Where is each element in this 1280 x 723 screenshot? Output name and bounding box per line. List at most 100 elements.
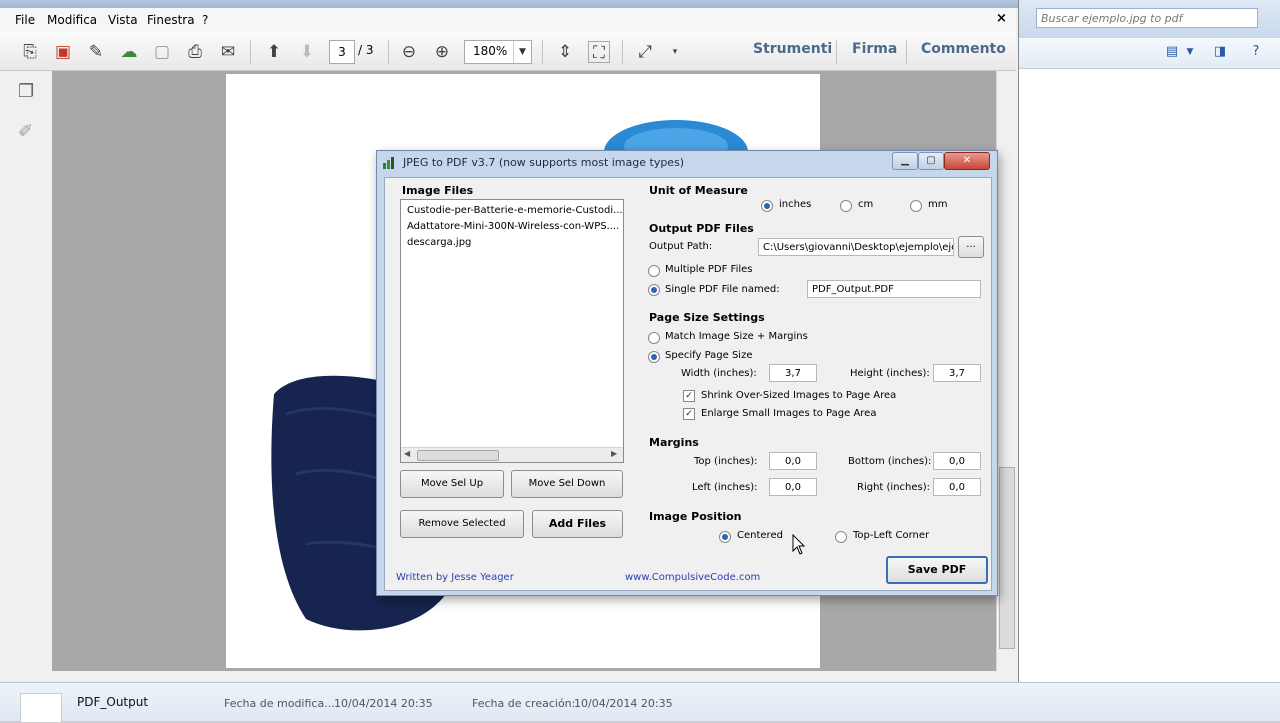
unit-mm-label: mm [928, 199, 948, 210]
tab-firma[interactable]: Firma [852, 41, 897, 57]
margin-top-field[interactable]: 0,0 [769, 452, 817, 470]
preview-pane-icon[interactable]: ◨ [1212, 44, 1228, 60]
toolbar-divider [622, 40, 623, 64]
toolbar-divider [250, 40, 251, 64]
height-field[interactable]: 3,7 [933, 364, 981, 382]
centered-radio[interactable] [719, 531, 731, 543]
zoom-in-icon[interactable]: ⊕ [431, 41, 453, 63]
shrink-images-label: Shrink Over-Sized Images to Page Area [701, 390, 897, 401]
attachments-icon[interactable]: ✐ [18, 121, 33, 142]
single-pdf-radio[interactable] [648, 284, 660, 296]
help-icon[interactable]: ? [1248, 44, 1264, 60]
unit-cm-label: cm [858, 199, 874, 210]
multiple-pdf-radio[interactable] [648, 265, 660, 277]
scrollbar-thumb[interactable] [417, 450, 499, 461]
menu-vista[interactable]: Vista [108, 13, 138, 27]
output-path-field[interactable]: C:\Users\giovanni\Desktop\ejemplo\ejer [758, 238, 954, 256]
single-pdf-name-field[interactable]: PDF_Output.PDF [807, 280, 981, 298]
customize-toolbar-icon[interactable]: ▾ [664, 41, 686, 63]
scroll-left-icon[interactable]: ◀ [404, 449, 410, 458]
details-modified-value: 10/04/2014 20:35 [334, 697, 433, 710]
specify-page-size-radio[interactable] [648, 351, 660, 363]
menu-finestra[interactable]: Finestra [147, 13, 195, 27]
shrink-images-checkbox[interactable]: ✓ [683, 390, 695, 402]
list-item[interactable]: Adattatore-Mini-300N-Wireless-con-WPS...… [407, 221, 619, 232]
menu-file[interactable]: File [15, 13, 35, 27]
page-number-input[interactable]: 3 [329, 40, 355, 64]
save-icon[interactable]: ▢ [151, 41, 173, 63]
edit-icon[interactable]: ✎ [85, 41, 107, 63]
file-thumbnail [20, 693, 62, 723]
details-pane: PDF_Output Fecha de modifica... 10/04/20… [0, 682, 1280, 723]
unit-of-measure-title: Unit of Measure [649, 184, 748, 197]
mail-icon[interactable]: ✉ [217, 41, 239, 63]
list-item[interactable]: Custodie-per-Batterie-e-memorie-Custodi.… [407, 205, 623, 216]
reader-title-bar [0, 0, 1018, 8]
width-field[interactable]: 3,7 [769, 364, 817, 382]
vertical-scrollbar[interactable] [996, 71, 1017, 671]
fit-width-icon[interactable]: ⇕ [554, 41, 576, 63]
zoom-value: 180% [473, 44, 508, 58]
zoom-out-icon[interactable]: ⊖ [398, 41, 420, 63]
unit-cm-radio[interactable] [840, 200, 852, 212]
menu-bar: File Modifica Vista Finestra ? [0, 8, 1016, 32]
margin-bottom-label: Bottom (inches): [848, 456, 932, 467]
move-sel-down-button[interactable]: Move Sel Down [511, 470, 623, 498]
output-pdf-files-title: Output PDF Files [649, 222, 754, 235]
navigation-pane: ❐ ✐ [0, 71, 53, 671]
margin-right-field[interactable]: 0,0 [933, 478, 981, 496]
margin-bottom-field[interactable]: 0,0 [933, 452, 981, 470]
export-pdf-icon[interactable]: ▣ [52, 41, 74, 63]
chevron-down-icon[interactable]: ▼ [1182, 44, 1198, 60]
top-left-corner-label: Top-Left Corner [853, 530, 930, 541]
toolbar-divider [542, 40, 543, 64]
margin-left-field[interactable]: 0,0 [769, 478, 817, 496]
website-link[interactable]: www.CompulsiveCode.com [625, 572, 760, 583]
zoom-select[interactable]: 180% ▼ [464, 40, 532, 64]
tab-strumenti[interactable]: Strumenti [753, 41, 832, 57]
menu-help[interactable]: ? [202, 13, 208, 27]
menu-modifica[interactable]: Modifica [47, 13, 97, 27]
page-thumbnails-icon[interactable]: ❐ [18, 81, 34, 102]
horizontal-scrollbar[interactable]: ◀ ▶ [401, 447, 623, 462]
list-item[interactable]: descarga.jpg [407, 237, 471, 248]
print-icon[interactable]: ⎙ [184, 41, 206, 63]
match-image-size-radio[interactable] [648, 332, 660, 344]
fit-page-icon[interactable]: ⛶ [588, 41, 610, 63]
multiple-pdf-label: Multiple PDF Files [665, 264, 753, 275]
previous-page-icon[interactable]: ⬆ [263, 41, 285, 63]
margin-top-label: Top (inches): [694, 456, 758, 467]
browse-button[interactable]: ... [958, 236, 984, 258]
minimize-icon[interactable]: ▁ [892, 152, 918, 170]
width-label: Width (inches): [681, 368, 757, 379]
toolbar-divider [388, 40, 389, 64]
reader-toolbar: ⎘ ▣ ✎ ☁ ▢ ⎙ ✉ ⬆ ⬇ 3 / 3 ⊖ ⊕ 180% ▼ ⇕ ⛶ ⤢… [0, 32, 1016, 71]
jpeg-to-pdf-dialog: JPEG to PDF v3.7 (now supports most imag… [376, 150, 998, 596]
create-pdf-icon[interactable]: ⎘ [19, 41, 41, 63]
unit-mm-radio[interactable] [910, 200, 922, 212]
maximize-icon[interactable]: ▢ [918, 152, 944, 170]
image-files-list[interactable]: Custodie-per-Batterie-e-memorie-Custodi.… [400, 199, 624, 463]
add-files-button[interactable]: Add Files [532, 510, 623, 538]
margins-title: Margins [649, 436, 699, 449]
explorer-toolbar [1018, 38, 1280, 69]
scroll-right-icon[interactable]: ▶ [611, 449, 617, 458]
enlarge-images-checkbox[interactable]: ✓ [683, 408, 695, 420]
scrollbar-thumb[interactable] [999, 467, 1015, 649]
explorer-search-input[interactable]: Buscar ejemplo.jpg to pdf [1036, 8, 1258, 28]
remove-selected-button[interactable]: Remove Selected [400, 510, 524, 538]
close-icon[interactable]: × [996, 11, 1007, 26]
cloud-upload-icon[interactable]: ☁ [118, 41, 140, 63]
unit-inches-radio[interactable] [761, 200, 773, 212]
move-sel-up-button[interactable]: Move Sel Up [400, 470, 504, 498]
next-page-icon[interactable]: ⬇ [296, 41, 318, 63]
mouse-pointer-icon [792, 534, 806, 555]
tab-commento[interactable]: Commento [921, 41, 1006, 57]
view-options-icon[interactable]: ▤ [1164, 44, 1180, 60]
close-icon[interactable]: ✕ [944, 152, 990, 170]
top-left-corner-radio[interactable] [835, 531, 847, 543]
save-pdf-button[interactable]: Save PDF [886, 556, 988, 584]
full-screen-icon[interactable]: ⤢ [634, 41, 656, 63]
height-label: Height (inches): [850, 368, 930, 379]
chevron-down-icon[interactable]: ▼ [513, 41, 531, 63]
